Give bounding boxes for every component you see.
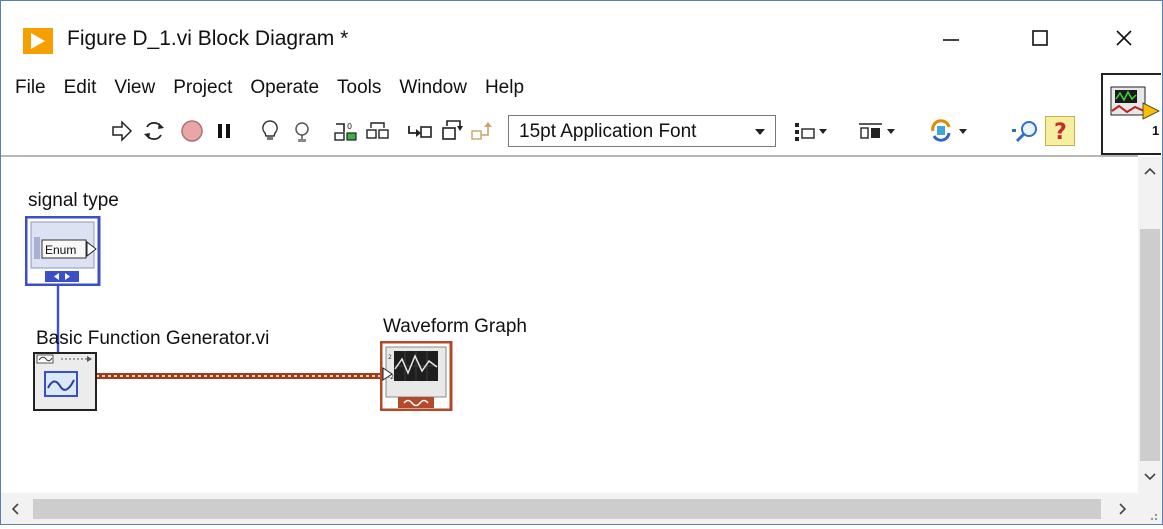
horizontal-scrollbar[interactable]	[1, 493, 1138, 524]
horizontal-scroll-thumb[interactable]	[33, 499, 1101, 519]
enum-text: Enum	[45, 243, 76, 257]
svg-text:2: 2	[388, 354, 392, 361]
vertical-scrollbar[interactable]	[1138, 157, 1162, 493]
basic-function-generator-node[interactable]	[33, 352, 98, 412]
signal-type-enum-terminal[interactable]: Enum	[25, 216, 101, 286]
block-diagram-window: Figure D_1.vi Block Diagram * File Edit …	[0, 0, 1163, 525]
vertical-scroll-thumb[interactable]	[1140, 229, 1160, 461]
signal-type-label: signal type	[28, 190, 119, 211]
waveform-graph-terminal[interactable]: 2 -2	[380, 341, 453, 411]
scroll-down-icon[interactable]	[1144, 473, 1156, 481]
scroll-up-icon[interactable]	[1144, 167, 1156, 175]
diagram-wires	[56, 285, 385, 379]
resize-grip[interactable]	[1138, 493, 1162, 524]
scroll-left-icon[interactable]	[11, 503, 19, 515]
vi-connector-number: 1	[1152, 123, 1159, 138]
scroll-right-icon[interactable]	[1119, 503, 1127, 515]
resize-grip-icon	[1150, 513, 1158, 521]
graph-label: Waveform Graph	[383, 316, 527, 337]
generator-label: Basic Function Generator.vi	[36, 328, 270, 349]
